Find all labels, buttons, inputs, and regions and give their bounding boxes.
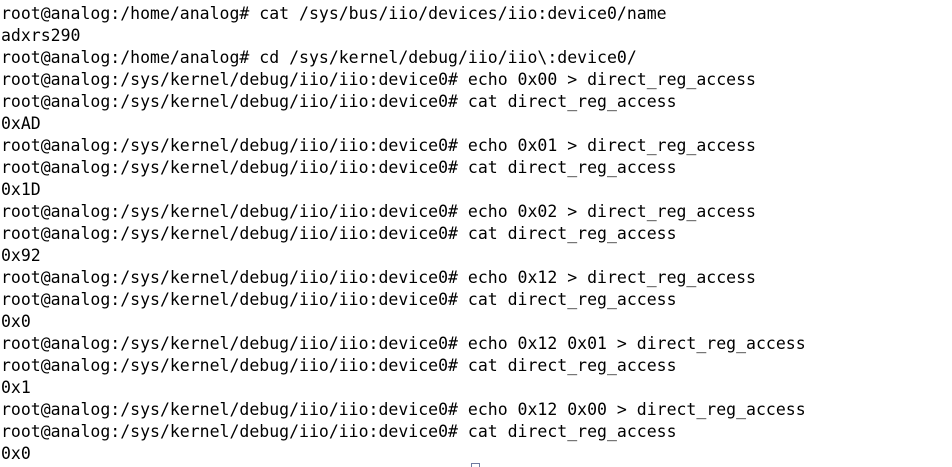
terminal-line: adxrs290 bbox=[1, 26, 81, 45]
terminal-line: root@analog:/sys/kernel/debug/iio/iio:de… bbox=[1, 290, 677, 309]
terminal-window[interactable]: root@analog:/home/analog# cat /sys/bus/i… bbox=[0, 0, 952, 467]
terminal-line: 0x1 bbox=[1, 378, 31, 397]
terminal-line: root@analog:/sys/kernel/debug/iio/iio:de… bbox=[1, 334, 806, 353]
terminal-line: root@analog:/sys/kernel/debug/iio/iio:de… bbox=[1, 422, 677, 441]
terminal-line: 0x0 bbox=[1, 312, 31, 331]
terminal-line: 0x0 bbox=[1, 444, 31, 463]
terminal-line: root@analog:/sys/kernel/debug/iio/iio:de… bbox=[1, 202, 756, 221]
terminal-line: root@analog:/sys/kernel/debug/iio/iio:de… bbox=[1, 224, 677, 243]
terminal-line: root@analog:/sys/kernel/debug/iio/iio:de… bbox=[1, 70, 756, 89]
terminal-line: root@analog:/sys/kernel/debug/iio/iio:de… bbox=[1, 400, 806, 419]
terminal-line: root@analog:/sys/kernel/debug/iio/iio:de… bbox=[1, 158, 677, 177]
text-cursor-icon bbox=[471, 463, 480, 467]
terminal-line: root@analog:/sys/kernel/debug/iio/iio:de… bbox=[1, 268, 756, 287]
terminal-line: root@analog:/sys/kernel/debug/iio/iio:de… bbox=[1, 136, 756, 155]
terminal-line: 0xAD bbox=[1, 114, 41, 133]
terminal-line: 0x1D bbox=[1, 180, 41, 199]
terminal-line: root@analog:/sys/kernel/debug/iio/iio:de… bbox=[1, 356, 677, 375]
terminal-line: root@analog:/home/analog# cd /sys/kernel… bbox=[1, 48, 637, 67]
terminal-line: root@analog:/home/analog# cat /sys/bus/i… bbox=[1, 4, 667, 23]
terminal-line: 0x92 bbox=[1, 246, 41, 265]
terminal-line: root@analog:/sys/kernel/debug/iio/iio:de… bbox=[1, 92, 677, 111]
